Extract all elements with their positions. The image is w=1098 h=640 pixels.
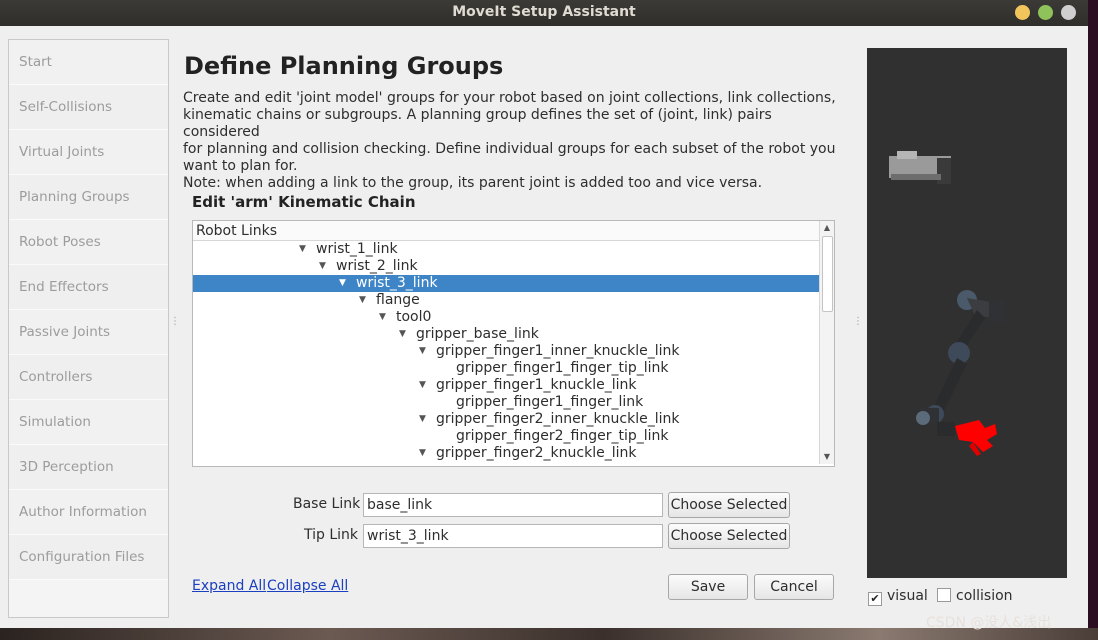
tree-row[interactable]: ▼ gripper_finger2_inner_knuckle_link xyxy=(193,411,819,428)
tree-row-label: gripper_finger2_knuckle_link xyxy=(436,445,637,461)
sidebar-item-start[interactable]: Start xyxy=(9,40,168,85)
cancel-button[interactable]: Cancel xyxy=(754,574,834,600)
right-splitter-handle[interactable]: ⋮ xyxy=(853,317,863,327)
base-link-label: Base Link xyxy=(293,496,361,512)
tree-row[interactable]: ▼ gripper_base_link xyxy=(193,326,819,343)
sidebar-item-passive-joints[interactable]: Passive Joints xyxy=(9,310,168,355)
tree-body: ▼ wrist_1_link ▼ wrist_2_link ▼ wrist_3_lin… xyxy=(193,241,819,462)
tree-row[interactable]: ▼ tool0 xyxy=(193,309,819,326)
page-description: Create and edit 'joint model' groups for… xyxy=(183,90,843,192)
robot-3d-viewer[interactable] xyxy=(867,48,1067,578)
tree-row-label: gripper_finger1_knuckle_link xyxy=(436,377,637,393)
tree-vertical-scrollbar[interactable]: ▲ ▼ xyxy=(819,221,834,464)
tree-row[interactable]: ▼ wrist_1_link xyxy=(193,241,819,258)
sidebar-item-configuration-files[interactable]: Configuration Files xyxy=(9,535,168,580)
tree-row-selected[interactable]: ▼ wrist_3_link xyxy=(193,275,819,292)
visual-label: visual xyxy=(887,588,928,604)
sidebar-item-planning-groups[interactable]: Planning Groups xyxy=(9,175,168,220)
title-bar: MoveIt Setup Assistant xyxy=(0,0,1088,26)
expand-arrow-icon[interactable]: ▼ xyxy=(359,292,366,309)
scrollbar-thumb[interactable] xyxy=(822,236,833,312)
tree-row-label: gripper_finger2_finger_tip_link xyxy=(456,428,669,444)
tree-row[interactable]: ▼ wrist_2_link xyxy=(193,258,819,275)
expand-arrow-icon[interactable]: ▼ xyxy=(419,411,426,428)
tree-row[interactable]: gripper_finger2_finger_tip_link xyxy=(193,428,819,445)
expand-arrow-icon[interactable]: ▼ xyxy=(379,309,386,326)
scroll-down-icon[interactable]: ▼ xyxy=(820,450,834,464)
scroll-up-icon[interactable]: ▲ xyxy=(820,221,834,235)
collision-checkbox-row[interactable]: collision xyxy=(937,588,1013,604)
tree-row-label: gripper_finger2_inner_knuckle_link xyxy=(436,411,680,427)
sidebar-item-3d-perception[interactable]: 3D Perception xyxy=(9,445,168,490)
left-splitter-handle[interactable]: ⋮ xyxy=(170,317,180,327)
expand-arrow-icon[interactable]: ▼ xyxy=(419,445,426,462)
description-line: kinematic chains or subgroups. A plannin… xyxy=(183,107,772,140)
visual-checkbox[interactable]: ✔ xyxy=(868,592,882,606)
tree-row[interactable]: ▼ gripper_finger2_knuckle_link xyxy=(193,445,819,462)
gripper-highlighted xyxy=(955,420,997,456)
description-line: Create and edit 'joint model' groups for… xyxy=(183,90,836,106)
collision-label: collision xyxy=(956,588,1013,604)
sidebar: Start Self-Collisions Virtual Joints Pla… xyxy=(8,39,169,618)
app-window: MoveIt Setup Assistant Start Self-Collis… xyxy=(0,0,1088,628)
collision-checkbox[interactable] xyxy=(937,588,951,602)
tree-row-label: tool0 xyxy=(396,309,432,325)
tree-row[interactable]: gripper_finger1_finger_tip_link xyxy=(193,360,819,377)
window-title: MoveIt Setup Assistant xyxy=(452,4,636,20)
tree-row-label: gripper_finger1_finger_tip_link xyxy=(456,360,669,376)
page-title: Define Planning Groups xyxy=(184,52,504,80)
tree-row-label: gripper_finger1_finger_link xyxy=(456,394,644,410)
camera-mount xyxy=(889,151,951,184)
tree-row[interactable]: ▼ flange xyxy=(193,292,819,309)
maximize-button[interactable] xyxy=(1038,5,1053,20)
sidebar-item-controllers[interactable]: Controllers xyxy=(9,355,168,400)
tree-row[interactable]: ▼ gripper_finger1_knuckle_link xyxy=(193,377,819,394)
visual-checkbox-row[interactable]: ✔ visual xyxy=(868,588,928,606)
tree-row-label: flange xyxy=(376,292,420,308)
background-terminal-window xyxy=(1088,0,1098,628)
expand-arrow-icon[interactable]: ▼ xyxy=(399,326,406,343)
sidebar-item-self-collisions[interactable]: Self-Collisions xyxy=(9,85,168,130)
save-button[interactable]: Save xyxy=(668,574,748,600)
tree-row-label: gripper_base_link xyxy=(416,326,539,342)
collapse-all-link[interactable]: Collapse All xyxy=(267,578,348,594)
expand-all-link[interactable]: Expand All xyxy=(192,578,266,594)
tree-row-label: wrist_1_link xyxy=(316,241,398,257)
base-link-input[interactable]: base_link xyxy=(363,493,663,517)
expand-arrow-icon[interactable]: ▼ xyxy=(419,343,426,360)
tip-link-label: Tip Link xyxy=(304,527,359,543)
sidebar-item-end-effectors[interactable]: End Effectors xyxy=(9,265,168,310)
robot-model-render xyxy=(889,151,1005,456)
expand-arrow-icon[interactable]: ▼ xyxy=(299,241,306,258)
expand-arrow-icon[interactable]: ▼ xyxy=(339,275,346,292)
description-line: Note: when adding a link to the group, i… xyxy=(183,175,763,191)
close-button[interactable] xyxy=(1061,5,1076,20)
sidebar-item-virtual-joints[interactable]: Virtual Joints xyxy=(9,130,168,175)
sidebar-item-robot-poses[interactable]: Robot Poses xyxy=(9,220,168,265)
description-line: want to plan for. xyxy=(183,158,298,174)
expand-arrow-icon[interactable]: ▼ xyxy=(419,377,426,394)
minimize-button[interactable] xyxy=(1015,5,1030,20)
tree-row[interactable]: ▼ gripper_finger1_inner_knuckle_link xyxy=(193,343,819,360)
tip-link-input[interactable]: wrist_3_link xyxy=(363,524,663,548)
tree-row-label: wrist_2_link xyxy=(336,258,418,274)
expand-arrow-icon[interactable]: ▼ xyxy=(319,258,326,275)
tree-row-label: wrist_3_link xyxy=(356,275,438,291)
tip-link-choose-selected-button[interactable]: Choose Selected xyxy=(668,523,790,549)
tree-header: Robot Links xyxy=(193,221,820,241)
section-title: Edit 'arm' Kinematic Chain xyxy=(192,193,416,211)
robot-links-tree[interactable]: Robot Links ▼ wrist_1_link ▼ wrist_2_link … xyxy=(192,220,835,467)
watermark-text: CSDN @没人&浅出 xyxy=(926,615,1052,631)
sidebar-item-simulation[interactable]: Simulation xyxy=(9,400,168,445)
sidebar-item-author-information[interactable]: Author Information xyxy=(9,490,168,535)
robot-arm xyxy=(916,290,1005,436)
description-line: for planning and collision checking. Def… xyxy=(183,141,836,157)
tree-row[interactable]: gripper_finger1_finger_link xyxy=(193,394,819,411)
base-link-choose-selected-button[interactable]: Choose Selected xyxy=(668,492,790,518)
tree-row-label: gripper_finger1_inner_knuckle_link xyxy=(436,343,680,359)
